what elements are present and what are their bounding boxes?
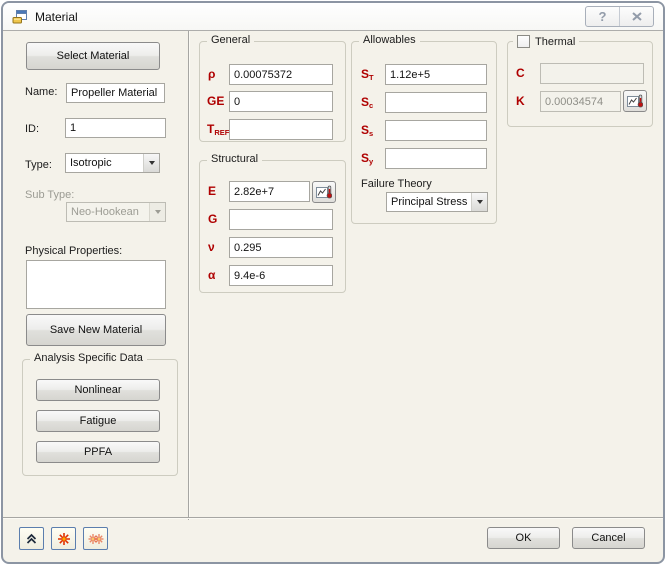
sy-label: Sy	[361, 151, 374, 166]
fatigue-button[interactable]: Fatigue	[36, 410, 160, 432]
alpha-input[interactable]	[229, 265, 333, 286]
titlebar-buttons: ?	[585, 6, 654, 27]
chevron-down-icon	[471, 193, 487, 211]
type-label: Type:	[25, 159, 52, 171]
name-input[interactable]	[66, 83, 165, 103]
dialog-body: Select Material Name: ID: Type: Isotropi…	[3, 31, 663, 520]
g-input[interactable]	[229, 209, 333, 230]
dialog-title: Material	[35, 9, 78, 24]
g-label: G	[208, 212, 218, 226]
starburst-button[interactable]	[51, 527, 76, 550]
help-button[interactable]: ?	[586, 7, 619, 26]
physical-properties-listbox[interactable]	[26, 260, 166, 309]
c-label: C	[516, 66, 525, 80]
chevrons-up-button[interactable]	[19, 527, 44, 550]
thermal-group: Thermal C K	[507, 35, 653, 127]
subtype-label: Sub Type:	[25, 189, 75, 201]
physical-properties-label: Physical Properties:	[25, 245, 123, 257]
ss-input[interactable]	[385, 120, 487, 141]
starburst-icon	[57, 532, 71, 546]
thermal-label: Thermal	[535, 35, 576, 48]
screen: Material ? Select Material Name: Propell…	[0, 0, 667, 568]
ppfa-button[interactable]: PPFA	[36, 441, 160, 463]
chevron-down-icon	[149, 203, 165, 221]
thermal-checkbox[interactable]	[517, 35, 530, 48]
tref-input[interactable]	[229, 119, 333, 140]
vertical-divider	[188, 31, 189, 520]
subtype-combobox-value: Neo-Hookean	[71, 206, 139, 218]
sc-input[interactable]	[385, 92, 487, 113]
k-label: K	[516, 94, 525, 108]
analysis-specific-data-group: Analysis Specific Data Nonlinear Fatigue…	[22, 352, 178, 476]
double-starburst-button[interactable]	[83, 527, 108, 550]
material-dialog: Material ? Select Material Name: Propell…	[1, 1, 665, 564]
analysis-group-title: Analysis Specific Data	[30, 352, 147, 364]
ss-label: Ss	[361, 123, 374, 138]
cancel-button[interactable]: Cancel	[572, 527, 645, 549]
ge-label: GE	[207, 94, 225, 108]
structural-group: Structural E G	[199, 153, 346, 293]
general-group: General ρ GE TREF	[199, 34, 346, 142]
sy-input[interactable]	[385, 148, 487, 169]
tref-label: TREF	[207, 122, 230, 137]
e-input[interactable]	[229, 181, 310, 202]
k-input	[540, 91, 621, 112]
general-group-title: General	[207, 34, 255, 46]
st-input[interactable]	[385, 64, 487, 85]
id-label: ID:	[25, 123, 40, 135]
st-label: ST	[361, 67, 374, 82]
failure-theory-combobox[interactable]: Principal Stress	[386, 192, 488, 212]
type-combobox[interactable]: Isotropic	[65, 153, 160, 173]
failure-theory-label: Failure Theory	[361, 178, 432, 190]
close-icon	[631, 12, 642, 21]
k-function-button[interactable]	[623, 90, 647, 112]
help-icon: ?	[598, 9, 607, 24]
ge-input[interactable]	[229, 91, 333, 112]
chevron-down-icon	[143, 154, 159, 172]
e-function-button[interactable]	[312, 181, 336, 203]
ok-button[interactable]: OK	[487, 527, 560, 549]
double-starburst-icon	[88, 532, 104, 546]
nonlinear-button[interactable]: Nonlinear	[36, 379, 160, 401]
failure-theory-value: Principal Stress	[391, 196, 468, 208]
subtype-combobox: Neo-Hookean	[66, 202, 166, 222]
allowables-group: Allowables ST Sc Ss Sy Failure Theory Pr…	[351, 34, 497, 224]
rho-input[interactable]	[229, 64, 333, 85]
thermal-group-header: Thermal	[513, 35, 580, 48]
close-button[interactable]	[619, 7, 653, 26]
chevrons-up-icon	[25, 533, 38, 545]
structural-group-title: Structural	[207, 153, 263, 165]
type-combobox-value: Isotropic	[70, 157, 112, 169]
alpha-label: α	[208, 268, 216, 282]
c-input	[540, 63, 644, 84]
function-vs-temperature-icon	[627, 94, 643, 108]
function-vs-temperature-icon	[316, 185, 332, 199]
nu-label: ν	[208, 240, 215, 254]
title-bar[interactable]: Material ?	[3, 3, 663, 31]
sc-label: Sc	[361, 95, 374, 110]
dialog-footer: OK Cancel	[3, 517, 663, 562]
nu-input[interactable]	[229, 237, 333, 258]
select-material-button[interactable]: Select Material	[26, 42, 160, 70]
rho-label: ρ	[208, 67, 216, 81]
id-input[interactable]	[65, 118, 166, 138]
save-new-material-button[interactable]: Save New Material	[26, 314, 166, 346]
name-label: Name:	[25, 86, 58, 98]
dialog-icon	[12, 9, 28, 25]
e-label: E	[208, 184, 217, 198]
allowables-group-title: Allowables	[359, 34, 420, 46]
